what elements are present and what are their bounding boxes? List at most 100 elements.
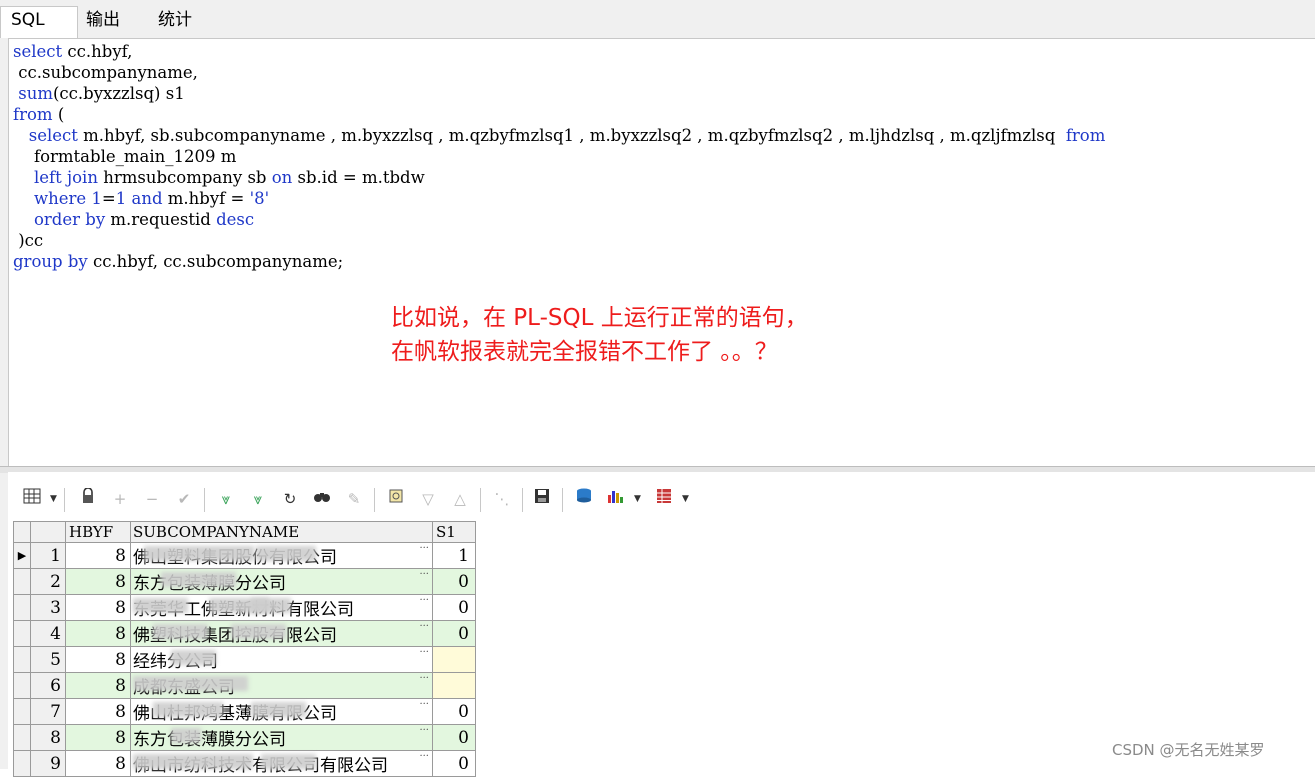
ellipsis-button-icon[interactable]: ··· [419, 725, 429, 737]
row-number[interactable]: 5 [30, 646, 66, 673]
ellipsis-button-icon[interactable]: ··· [419, 543, 429, 555]
cell-s1[interactable]: 0 [432, 594, 476, 621]
row-number[interactable]: 7 [30, 698, 66, 725]
row-number[interactable]: 4 [30, 620, 66, 647]
cell-hbyf[interactable]: 8 [65, 568, 131, 595]
cell-subcompanyname[interactable]: 东莞华工佛塑新材料有限公司··· [130, 594, 433, 621]
cell-s1[interactable]: 0 [432, 620, 476, 647]
cell-hbyf[interactable]: 8 [65, 672, 131, 699]
clear-icon[interactable]: ✎ [342, 487, 366, 511]
cell-hbyf[interactable]: 8 [65, 646, 131, 673]
ellipsis-button-icon[interactable]: ··· [419, 569, 429, 581]
next-record-icon[interactable]: △ [448, 487, 472, 511]
sql-code[interactable]: select cc.hbyf, cc.subcompanyname, sum(c… [13, 41, 1105, 272]
ellipsis-button-icon[interactable]: ··· [419, 647, 429, 659]
tab-statistics[interactable]: 统计 [148, 7, 220, 33]
chart-icon[interactable] [604, 487, 628, 511]
row-indicator[interactable] [13, 646, 31, 673]
chevron-down-icon[interactable]: ▼ [50, 487, 57, 511]
query-by-example-icon[interactable] [384, 487, 408, 511]
row-indicator[interactable] [13, 594, 31, 621]
row-number[interactable]: 3 [30, 594, 66, 621]
add-row-icon[interactable]: + [108, 487, 132, 511]
cell-hbyf[interactable]: 8 [65, 620, 131, 647]
table-row[interactable]: 68成都东盛公司··· [13, 672, 476, 699]
chevron-down-icon[interactable]: ▼ [634, 487, 641, 511]
redaction-blur [251, 598, 291, 613]
hierarchy-icon[interactable]: ⋱ [490, 487, 514, 511]
redaction-blur [161, 572, 236, 587]
row-indicator[interactable] [13, 672, 31, 699]
cell-s1[interactable]: 0 [432, 750, 476, 777]
row-indicator[interactable] [13, 724, 31, 751]
ellipsis-button-icon[interactable]: ··· [419, 673, 429, 685]
tab-sql[interactable]: SQL [0, 6, 78, 38]
row-indicator[interactable] [13, 750, 31, 777]
delete-row-icon[interactable]: − [140, 487, 164, 511]
save-icon[interactable] [530, 487, 554, 511]
refresh-icon[interactable]: ↻ [278, 487, 302, 511]
cell-subcompanyname[interactable]: 佛山杜邦鸿基薄膜有限公司 ··· [130, 698, 433, 725]
cell-subcompanyname[interactable]: 佛山塑料集团股份有限公司··· [130, 542, 433, 569]
cell-subcompanyname[interactable]: 成都东盛公司··· [130, 672, 433, 699]
cell-s1[interactable]: 1 [432, 542, 476, 569]
chevron-down-icon[interactable]: ▼ [682, 487, 689, 511]
sql-editor[interactable]: select cc.hbyf, cc.subcompanyname, sum(c… [8, 38, 1315, 467]
tab-output[interactable]: 输出 [76, 7, 148, 33]
cell-subcompanyname[interactable]: 佛山市纺科技术有限公司有限公司··· [130, 750, 433, 777]
redaction-blur [171, 728, 201, 743]
table-row[interactable]: 28东方包装薄膜分公司···0 [13, 568, 476, 595]
cell-hbyf[interactable]: 8 [65, 594, 131, 621]
tab-bar: SQL 输出 统计 [0, 0, 1315, 38]
cell-s1[interactable] [432, 646, 476, 673]
table-view-icon[interactable] [652, 487, 676, 511]
table-row[interactable]: 98佛山市纺科技术有限公司有限公司···0 [13, 750, 476, 777]
table-row[interactable]: 8 8 东方包装薄膜分公司 ··· 0 [13, 724, 476, 751]
column-header-subcompanyname[interactable]: SUBCOMPANYNAME [130, 521, 433, 543]
cell-s1[interactable] [432, 672, 476, 699]
sql-line: )cc [13, 230, 1105, 251]
cell-s1[interactable]: 0 [432, 698, 476, 725]
grid-body: ▶18佛山塑料集团股份有限公司···128东方包装薄膜分公司···038东莞华工… [13, 542, 476, 777]
cell-hbyf[interactable]: 8 [65, 542, 131, 569]
cell-hbyf[interactable]: 8 [65, 724, 131, 751]
find-icon[interactable] [310, 487, 334, 511]
row-number[interactable]: 6 [30, 672, 66, 699]
column-header-hbyf[interactable]: HBYF [65, 521, 131, 543]
lock-icon[interactable] [76, 487, 100, 511]
cell-subcompanyname[interactable]: 佛塑科技集团控股有限公司··· [130, 620, 433, 647]
fetch-next-icon[interactable]: ⩔ [214, 487, 238, 511]
ellipsis-button-icon[interactable]: ··· [419, 699, 429, 711]
cell-subcompanyname[interactable]: 东方包装薄膜分公司··· [130, 724, 433, 751]
cell-subcompanyname[interactable]: 经纬分公司··· [130, 646, 433, 673]
table-row[interactable]: ▶18佛山塑料集团股份有限公司···1 [13, 542, 476, 569]
row-indicator[interactable] [13, 620, 31, 647]
post-icon[interactable]: ✔ [172, 487, 196, 511]
cell-hbyf[interactable]: 8 [65, 698, 131, 725]
fetch-last-icon[interactable]: ⩔ [246, 487, 270, 511]
current-row-indicator-icon[interactable]: ▶ [13, 542, 31, 569]
ellipsis-button-icon[interactable]: ··· [419, 621, 429, 633]
ellipsis-button-icon[interactable]: ··· [419, 595, 429, 607]
grid-icon[interactable] [20, 487, 44, 511]
annotation-line-2: 在帆软报表就完全报错不工作了 。。？ [391, 339, 778, 365]
cell-subcompanyname[interactable]: 东方包装薄膜分公司··· [130, 568, 433, 595]
column-header-s1[interactable]: S1 [432, 521, 476, 543]
row-number[interactable]: 8 [30, 724, 66, 751]
table-row[interactable]: 7 8 佛山杜邦鸿基薄膜有限公司 ··· 0 [13, 698, 476, 725]
ellipsis-button-icon[interactable]: ··· [419, 751, 429, 763]
row-number[interactable]: 9 [30, 750, 66, 777]
table-row[interactable]: 58经纬分公司··· [13, 646, 476, 673]
sql-text: cc.hbyf, cc.subcompanyname; [87, 252, 344, 271]
cell-s1[interactable]: 0 [432, 568, 476, 595]
table-row[interactable]: 48佛塑科技集团控股有限公司···0 [13, 620, 476, 647]
cell-s1[interactable]: 0 [432, 724, 476, 751]
row-indicator[interactable] [13, 698, 31, 725]
table-row[interactable]: 38东莞华工佛塑新材料有限公司···0 [13, 594, 476, 621]
export-icon[interactable] [572, 487, 596, 511]
cell-hbyf[interactable]: 8 [65, 750, 131, 777]
row-number[interactable]: 2 [30, 568, 66, 595]
row-indicator[interactable] [13, 568, 31, 595]
row-number[interactable]: 1 [30, 542, 66, 569]
previous-record-icon[interactable]: ▽ [416, 487, 440, 511]
